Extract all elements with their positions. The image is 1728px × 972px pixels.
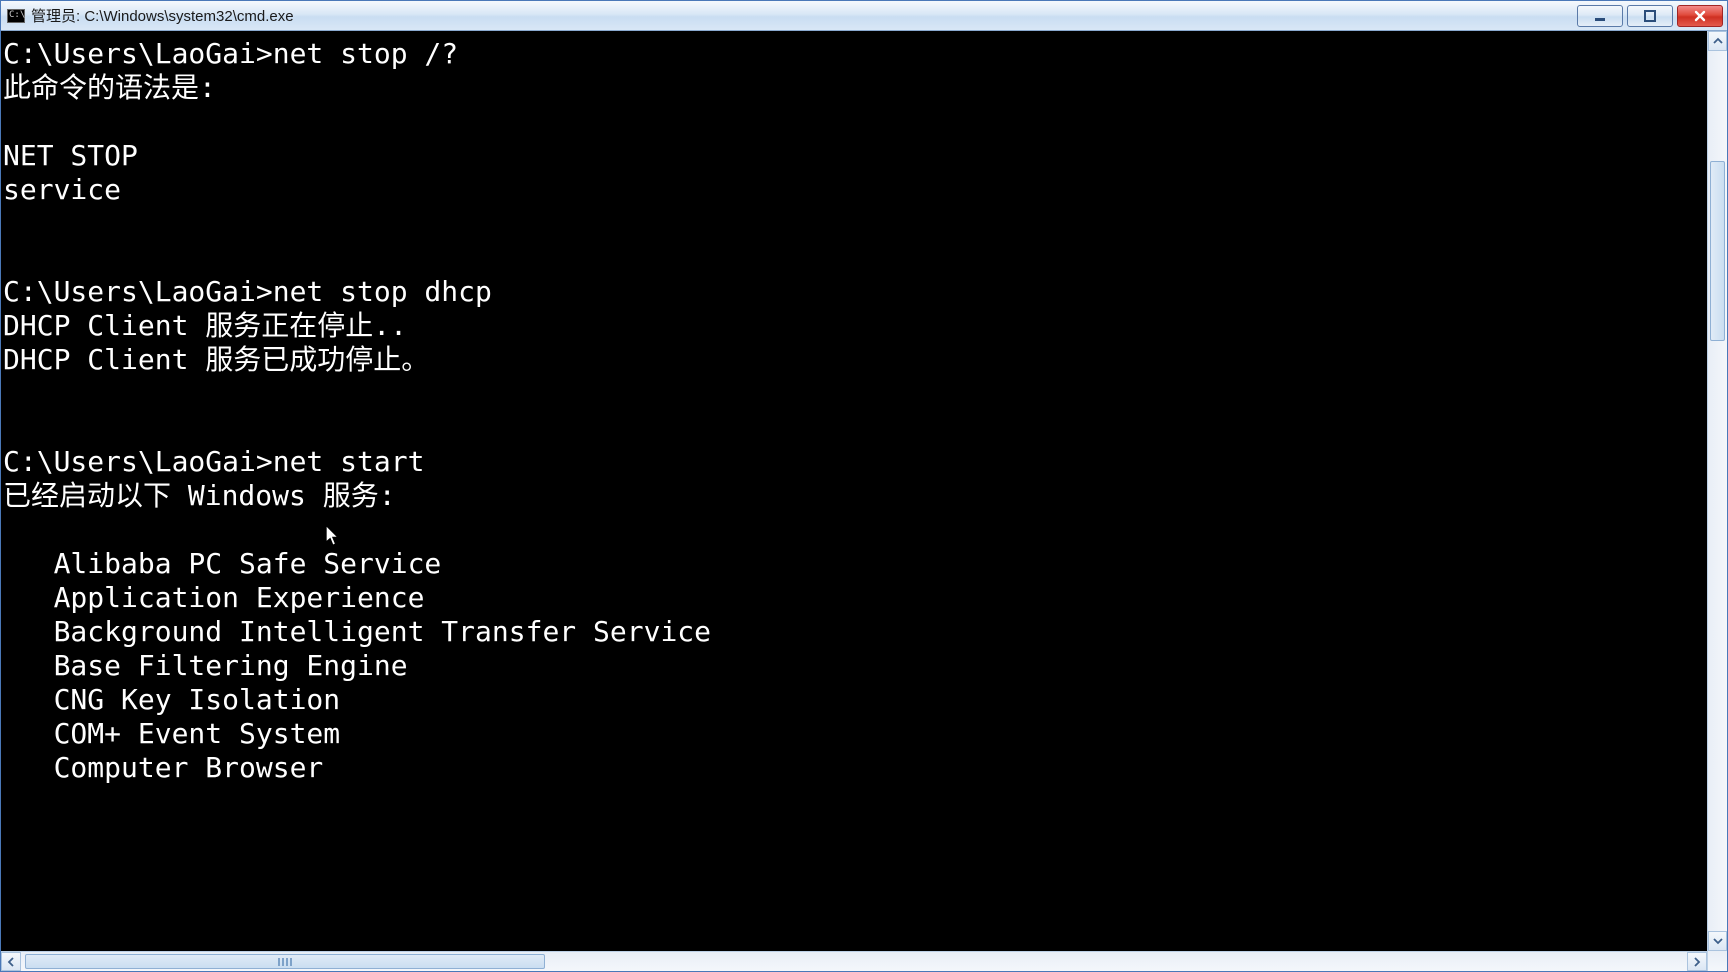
resize-grip[interactable] [1707,951,1727,971]
window-controls [1577,5,1727,27]
terminal-wrap: C:\Users\LaoGai>net stop /? 此命令的语法是: NET… [1,31,1727,951]
scroll-up-button[interactable] [1708,31,1727,51]
cmd-icon: C:\ [7,9,25,23]
chevron-down-icon [1713,936,1723,946]
chevron-left-icon [6,957,16,967]
maximize-icon [1643,9,1657,23]
scroll-grip-icon [265,958,305,966]
vertical-scroll-thumb[interactable] [1710,161,1725,341]
window-title: 管理员: C:\Windows\system32\cmd.exe [31,5,294,26]
minimize-button[interactable] [1577,5,1623,27]
titlebar[interactable]: C:\ 管理员: C:\Windows\system32\cmd.exe [1,1,1727,31]
chevron-right-icon [1692,957,1702,967]
horizontal-scrollbar[interactable] [1,951,1727,971]
chevron-up-icon [1713,36,1723,46]
vertical-scrollbar[interactable] [1707,31,1727,951]
maximize-button[interactable] [1627,5,1673,27]
close-icon [1693,9,1707,23]
cmd-window: C:\ 管理员: C:\Windows\system32\cmd.exe C:\… [0,0,1728,972]
scroll-left-button[interactable] [1,952,21,971]
minimize-icon [1593,9,1607,23]
horizontal-scroll-thumb[interactable] [25,954,545,969]
scroll-right-button[interactable] [1687,952,1707,971]
mouse-pointer-icon [326,526,340,546]
scroll-down-button[interactable] [1708,931,1727,951]
terminal-output[interactable]: C:\Users\LaoGai>net stop /? 此命令的语法是: NET… [1,31,1707,951]
close-button[interactable] [1677,5,1723,27]
